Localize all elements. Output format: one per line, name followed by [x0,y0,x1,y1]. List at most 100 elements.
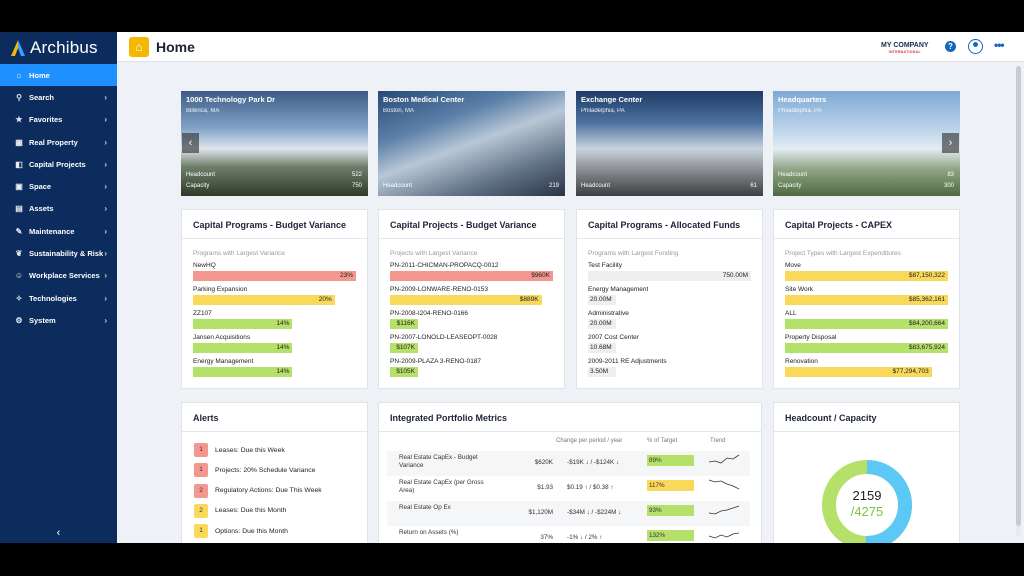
alert-item[interactable]: 1 Options: Due this Month [194,524,288,539]
sidebar-item-label: Favorites [29,115,63,125]
user-avatar-icon[interactable] [968,39,983,54]
column-header-change: Change per period / year [556,438,623,444]
metric-row[interactable]: Real Estate CapEx (per Gross Area) $1.93 $… [387,476,750,501]
header: ⌂ Home MY COMPANY INTERNATIONAL ? ••• [117,32,1024,62]
building-stat-value: 522 [351,172,362,178]
home-icon: ⌂ [16,70,22,80]
metric-row[interactable]: Return on Assets (%) 37% -1% ↓ / 2% ↑ 132% [387,526,750,543]
company-sub: INTERNATIONAL [888,50,921,54]
bar-row[interactable]: PN-2008-I204-RENO-0166 $116K [390,309,468,329]
sidebar-item-capital-projects[interactable]: ◧ Capital Projects › [0,153,117,175]
sidebar-item-sustainability-risk[interactable]: ❦ Sustainability & Risk › [0,242,117,264]
capacity-value: /4275 [850,504,884,519]
card-title: Capital Programs - Budget Variance [193,220,347,230]
sidebar-item-technologies[interactable]: ✧ Technologies › [0,287,117,309]
headcount-card: Headcount / Capacity 2159/4275 [773,402,960,543]
bar-row[interactable]: PN-2007-LONOLD-LEASEOPT-0028 $107K [390,333,497,353]
building-tile[interactable]: Headquarters Philadelphia, PA Headcount 83 C… [773,91,960,196]
bulb-icon: ✧ [15,293,23,303]
sidebar-item-home[interactable]: ⌂ Home [0,64,117,87]
bar-row[interactable]: Administrative 20.00M [588,309,629,329]
bar-row[interactable]: 2009-2011 RE Adjustments 3.50M [588,357,667,377]
building-stat: Headcount 219 [383,183,559,189]
bar-row[interactable]: Parking Expansion 20% [193,285,335,305]
column-header-trend: Trend [710,438,726,444]
building-tile[interactable]: Boston Medical Center Boston, MA Headcount… [378,91,565,196]
metric-row[interactable]: Real Estate CapEx - Budget Variance $620K… [387,451,750,476]
carousel-next-button[interactable]: › [942,133,959,153]
metric-change: -$19K ↓ / -$124K ↓ [567,459,620,466]
sidebar-item-label: Workplace Services [29,271,100,281]
bar-row[interactable]: PN-2011-CHICMAN-PROPACQ-0012 $960K [390,261,553,281]
alert-item[interactable]: 2 Leases: Due this Month [194,503,287,518]
bar-row[interactable]: Energy Management 20.00M [588,285,648,305]
bar-row[interactable]: Property Disposal $83,675,924 [785,333,948,353]
page-scrollbar[interactable] [1016,66,1021,536]
sidebar-item-real-property[interactable]: ▦ Real Property › [0,131,117,153]
alert-label: Leases: Due this Month [215,507,287,515]
collapse-sidebar-button[interactable]: ‹ [0,527,117,539]
bar-row[interactable]: Energy Management 14% [193,357,293,377]
building-stat-value: 750 [351,183,362,189]
sparkline-path [708,454,740,464]
help-icon[interactable]: ? [945,41,956,52]
bar-label: 2009-2011 RE Adjustments [588,358,667,365]
sidebar-item-search[interactable]: ⚲ Search › [0,86,117,108]
bar-label: Energy Management [193,358,254,365]
building-tile[interactable]: Exchange Center Philadelphia, PA Headcount… [576,91,763,196]
home-icon[interactable]: ⌂ [129,37,149,57]
sidebar-item-system[interactable]: ⚙ System › [0,309,117,331]
bar-row[interactable]: NewHQ 23% [193,261,356,281]
carousel-prev-button[interactable]: ‹ [182,133,199,153]
bar-label: PN-2007-LONOLD-LEASEOPT-0028 [390,334,498,341]
bar-row[interactable]: ZZ107 14% [193,309,293,329]
bar-label: PN-2009-PLAZA 3-RENO-0187 [390,358,482,365]
alert-item[interactable]: 1 Leases: Due this Week [194,443,285,457]
sidebar-item-space[interactable]: ▣ Space › [0,175,117,197]
bar-row[interactable]: Site Work $85,362,161 [785,285,948,305]
leaf-icon: ❦ [15,249,23,259]
building-icon: ▦ [15,137,23,147]
bar-value: 14% [193,367,293,377]
bar-row[interactable]: ALL $84,200,664 [785,309,948,329]
building-tile[interactable]: 1000 Technology Park Dr Billerica, MA Head… [181,91,368,196]
alert-item[interactable]: 2 Regulatory Actions: Due This Week [194,483,322,498]
bar-label: NewHQ [193,262,216,269]
metrics-card: Integrated Portfolio Metrics Change per p… [378,402,762,543]
card-divider [182,431,367,432]
sidebar-item-maintenance[interactable]: ✎ Maintenance › [0,220,117,242]
building-location: Philadelphia, PA [581,108,625,114]
card-title: Capital Projects - Budget Variance [390,220,537,230]
app-logo[interactable]: Archibus [0,32,117,64]
alert-label: Regulatory Actions: Due This Week [215,487,322,495]
bar-value: 23% [193,271,356,281]
bar-row[interactable]: Test Facility 750.00M [588,261,751,281]
metric-label: Real Estate CapEx - Budget Variance [399,454,478,469]
bar-value: $960K [390,271,553,281]
page-title: Home [156,39,195,55]
alert-item[interactable]: 1 Projects: 20% Schedule Variance [194,463,315,478]
trend-sparkline [708,505,740,515]
bar-row[interactable]: 2007 Cost Center 10.68M [588,333,639,353]
building-stat-label: Capacity [186,183,210,189]
bar-row[interactable]: Jansen Acquisitions 14% [193,333,293,353]
bar-value: $107K [390,343,418,353]
more-menu-icon[interactable]: ••• [994,38,1005,52]
chevron-right-icon: › [104,293,107,303]
sidebar-item-assets[interactable]: ▤ Assets › [0,198,117,220]
sidebar-item-label: Maintenance [29,226,75,236]
bar-value: 3.50M [588,367,616,377]
scrollbar-thumb[interactable] [1016,66,1021,526]
trend-sparkline [708,479,740,490]
bar-row[interactable]: PN-2009-PLAZA 3-RENO-0187 $105K [390,357,481,377]
bar-row[interactable]: Renovation $77,294,703 [785,357,932,377]
metric-row[interactable]: Real Estate Op Ex $1,120M -$34M ↓ / -$224M… [387,501,750,526]
sparkline-path [708,505,740,515]
chevron-right-icon: › [104,159,107,169]
bar-row[interactable]: PN-2009-LONWARE-RENO-0153 $889K [390,285,542,305]
building-location: Boston, MA [383,108,415,114]
sidebar-item-workplace-services[interactable]: ☺ Workplace Services › [0,265,117,287]
card-divider [774,238,959,239]
bar-row[interactable]: Move $87,150,322 [785,261,948,281]
sidebar-item-favorites[interactable]: ★ Favorites › [0,109,117,131]
